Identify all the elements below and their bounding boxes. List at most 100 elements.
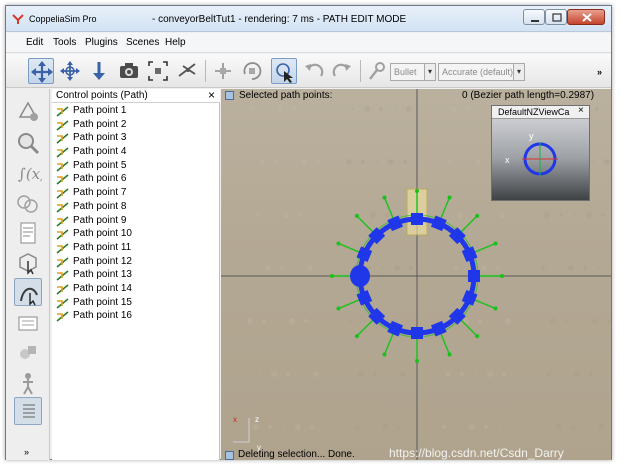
fly-button[interactable] [175,58,201,84]
function-button[interactable]: ∫(x) [14,159,46,187]
dynamics-button[interactable] [365,58,391,84]
sidebar-more-button[interactable]: » [24,447,29,457]
path-point-label: Path point 8 [73,200,127,212]
camera-button[interactable] [116,58,142,84]
path-point-item[interactable]: Path point 5 [54,160,214,174]
person-button[interactable] [14,369,42,397]
object-rotate-button[interactable] [239,58,265,84]
floor-texture [445,371,451,377]
zoom-button[interactable] [86,58,112,84]
panel-button[interactable] [14,309,42,337]
floor-texture [397,425,401,429]
floor-texture [265,108,267,110]
floating-view-canvas: x y [505,131,558,176]
info-toggle-button[interactable] [225,91,234,100]
floating-axis-x-label: x [505,155,510,165]
floor-texture [565,319,569,323]
floor-texture [574,371,580,377]
path-point-icon [56,311,69,322]
script-page-button[interactable] [14,219,42,247]
path-point-icon [56,161,69,172]
fit-view-button[interactable] [145,58,171,84]
rotate-cross-button[interactable] [57,58,83,84]
path-point-item[interactable]: Path point 10 [54,228,214,242]
path-point-item[interactable]: Path point 9 [54,215,214,229]
floor-texture [481,265,487,271]
menu-help[interactable]: Help [165,37,186,48]
path-point-item[interactable]: Path point 7 [54,187,214,201]
path-planning-button[interactable] [14,190,42,218]
floor-texture [295,267,297,269]
floor-texture [502,372,506,376]
accuracy-select[interactable]: Accurate (default) [438,63,524,81]
path-edit-icon [20,287,38,306]
path-point-item[interactable]: Path point 8 [54,201,214,215]
path-point-item[interactable]: Path point 3 [54,132,214,146]
path-point-item[interactable]: Path point 1 [54,105,214,119]
floor-texture [352,108,354,110]
floor-texture [589,372,593,376]
floor-texture [592,161,594,163]
close-button[interactable] [567,9,605,25]
click-select-button[interactable] [271,58,297,84]
floor-texture [604,159,610,165]
floor-texture [388,159,394,165]
path-point-label: Path point 9 [73,214,127,226]
multi-shape-icon [20,346,36,359]
accuracy-select-arrow-icon[interactable]: ▾ [513,63,525,81]
list-page-button[interactable] [14,397,42,425]
menu-scenes[interactable]: Scenes [126,37,159,48]
path-point-item[interactable]: Path point 6 [54,173,214,187]
engine-select-arrow-icon[interactable]: ▾ [424,63,436,81]
click-select-icon [276,63,293,83]
floating-view-title: DefaultNZViewCa [498,107,570,117]
path-point-item[interactable]: Path point 12 [54,256,214,270]
scene-axes-gizmo: x z y [233,415,261,452]
toolbar-separator [360,60,361,82]
move-cross-button[interactable] [28,58,54,84]
floating-view-close-button[interactable]: × [578,105,584,116]
menu-tools[interactable]: Tools [53,37,76,48]
toolbar-more-button[interactable]: » [597,67,602,77]
floor-texture [481,108,483,110]
menu-edit[interactable]: Edit [26,37,43,48]
floor-texture [355,425,359,429]
floor-texture [256,213,260,217]
menu-plugins[interactable]: Plugins [85,37,118,48]
object-rotate-icon [243,62,262,80]
path-point-item[interactable]: Path point 14 [54,283,214,297]
title-bar[interactable]: CoppeliaSim Pro - conveyorBeltTut1 - ren… [6,6,611,32]
control-points-close-button[interactable]: × [208,88,215,102]
floor-texture [364,106,370,112]
list-page-icon [23,404,35,418]
floor-texture [484,425,488,429]
floor-texture [247,318,253,324]
vertex-edit-button[interactable] [14,97,42,125]
path-point-item[interactable]: Path point 11 [54,242,214,256]
floor-texture [250,107,254,111]
path-point-item[interactable]: Path point 13 [54,269,214,283]
object-shift-button[interactable] [210,58,236,84]
path-point-label: Path point 5 [73,159,127,171]
path-point-item[interactable]: Path point 15 [54,297,214,311]
scene-view[interactable]: Selected path points: 0 (Bezier path len… [221,89,611,460]
floor-texture [307,108,309,110]
path-point-item[interactable]: Path point 4 [54,146,214,160]
status-toggle-button[interactable] [225,451,234,460]
undo-button[interactable] [301,58,327,84]
function-icon: ∫(x) [18,165,46,183]
zoom-arrows-icon [93,62,105,80]
maximize-button[interactable] [545,9,567,25]
cube-select-button[interactable] [14,248,42,276]
multi-shape-button[interactable] [14,339,42,367]
floor-texture [547,372,551,376]
path-point-item[interactable]: Path point 16 [54,310,214,324]
path-point-label: Path point 2 [73,118,127,130]
path-point-item[interactable]: Path point 2 [54,119,214,133]
path-edit-button[interactable] [14,278,42,306]
floating-view[interactable]: DefaultNZViewCa × x y [491,105,590,201]
magnifier-button[interactable] [14,129,42,157]
minimize-button[interactable] [523,9,545,25]
path-point-icon [56,256,69,268]
redo-button[interactable] [329,58,355,84]
